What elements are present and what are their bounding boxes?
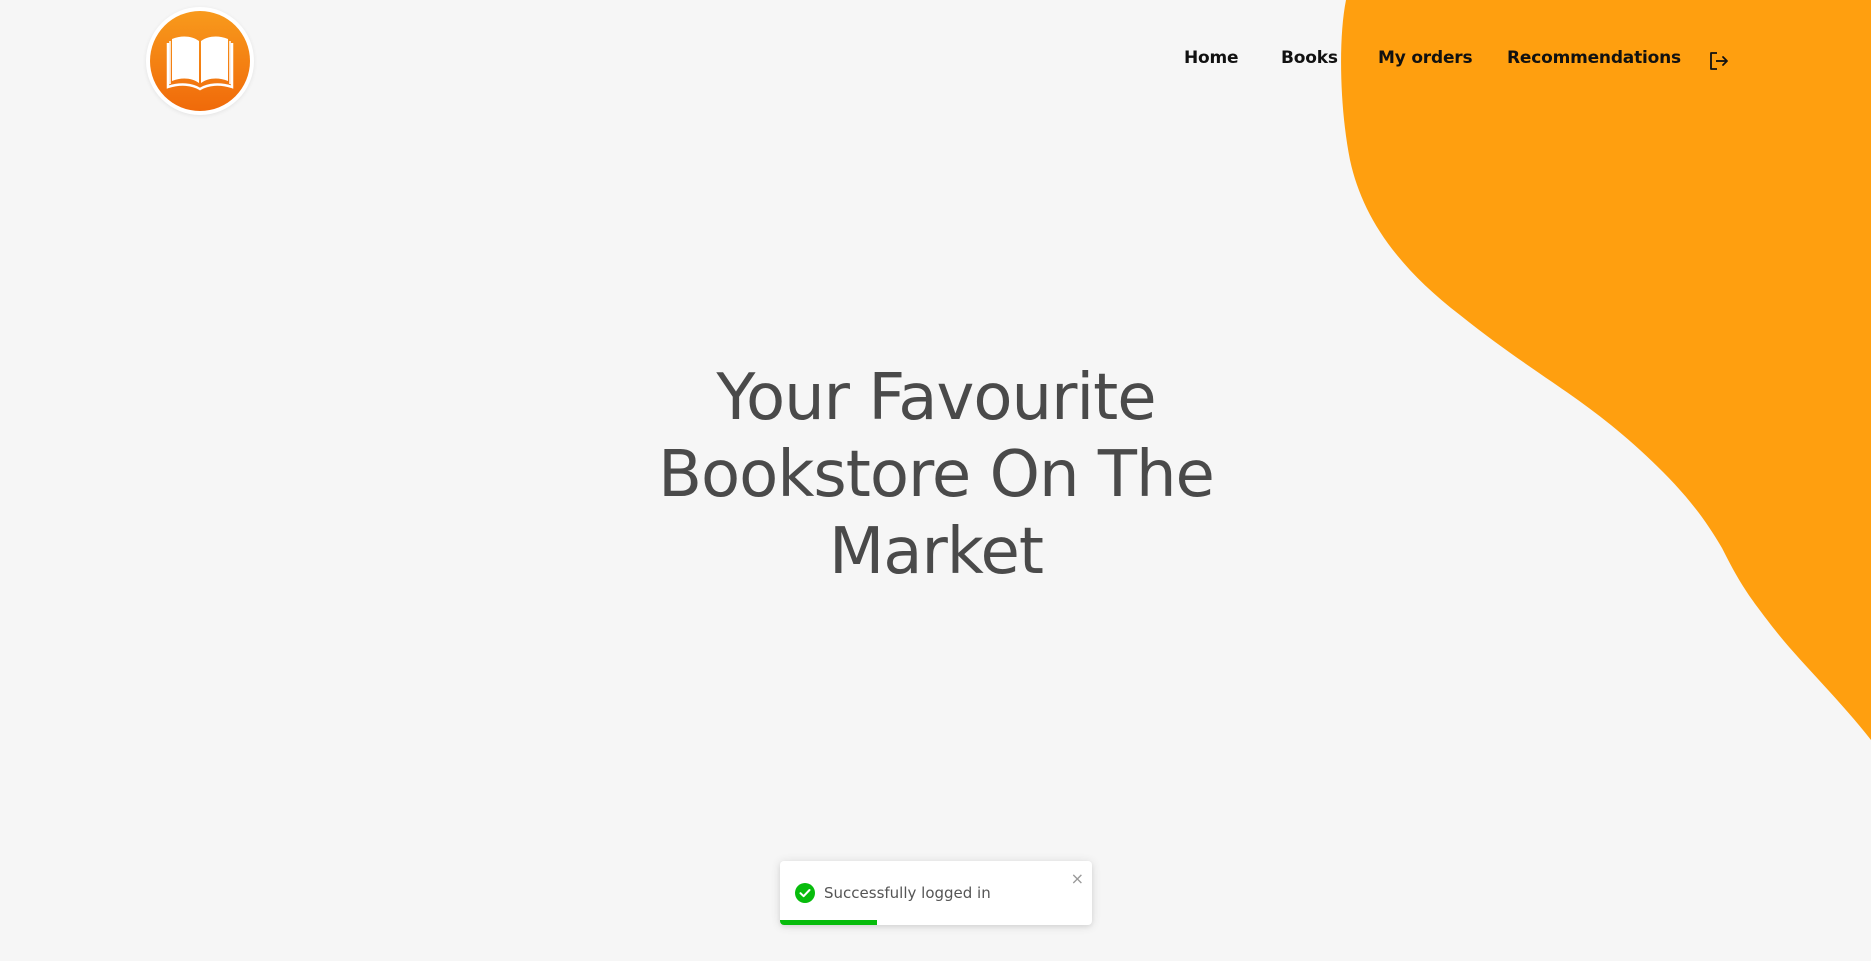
toast-close-button[interactable]: ×: [1071, 871, 1084, 887]
success-toast: Successfully logged in ×: [780, 861, 1092, 925]
page: Home Books My orders Recommendations You…: [0, 0, 1871, 961]
check-circle-icon: [795, 883, 815, 903]
hero-title: Your Favourite Bookstore On The Market: [600, 360, 1272, 591]
main-nav: Home Books My orders Recommendations: [0, 44, 1871, 76]
nav-recommendations[interactable]: Recommendations: [1507, 48, 1681, 68]
logout-button[interactable]: [1708, 50, 1730, 72]
nav-my-orders[interactable]: My orders: [1378, 48, 1473, 68]
toast-progress-track: [780, 920, 1092, 925]
toast-progress-bar: [780, 920, 877, 925]
logout-icon: [1710, 52, 1728, 70]
hero-title-line-2: Bookstore On The: [658, 438, 1215, 512]
toast-message: Successfully logged in: [824, 884, 991, 902]
nav-books[interactable]: Books: [1281, 48, 1338, 68]
hero-title-line-3: Market: [829, 515, 1044, 589]
hero-title-line-1: Your Favourite: [716, 361, 1156, 435]
nav-home[interactable]: Home: [1184, 48, 1239, 68]
